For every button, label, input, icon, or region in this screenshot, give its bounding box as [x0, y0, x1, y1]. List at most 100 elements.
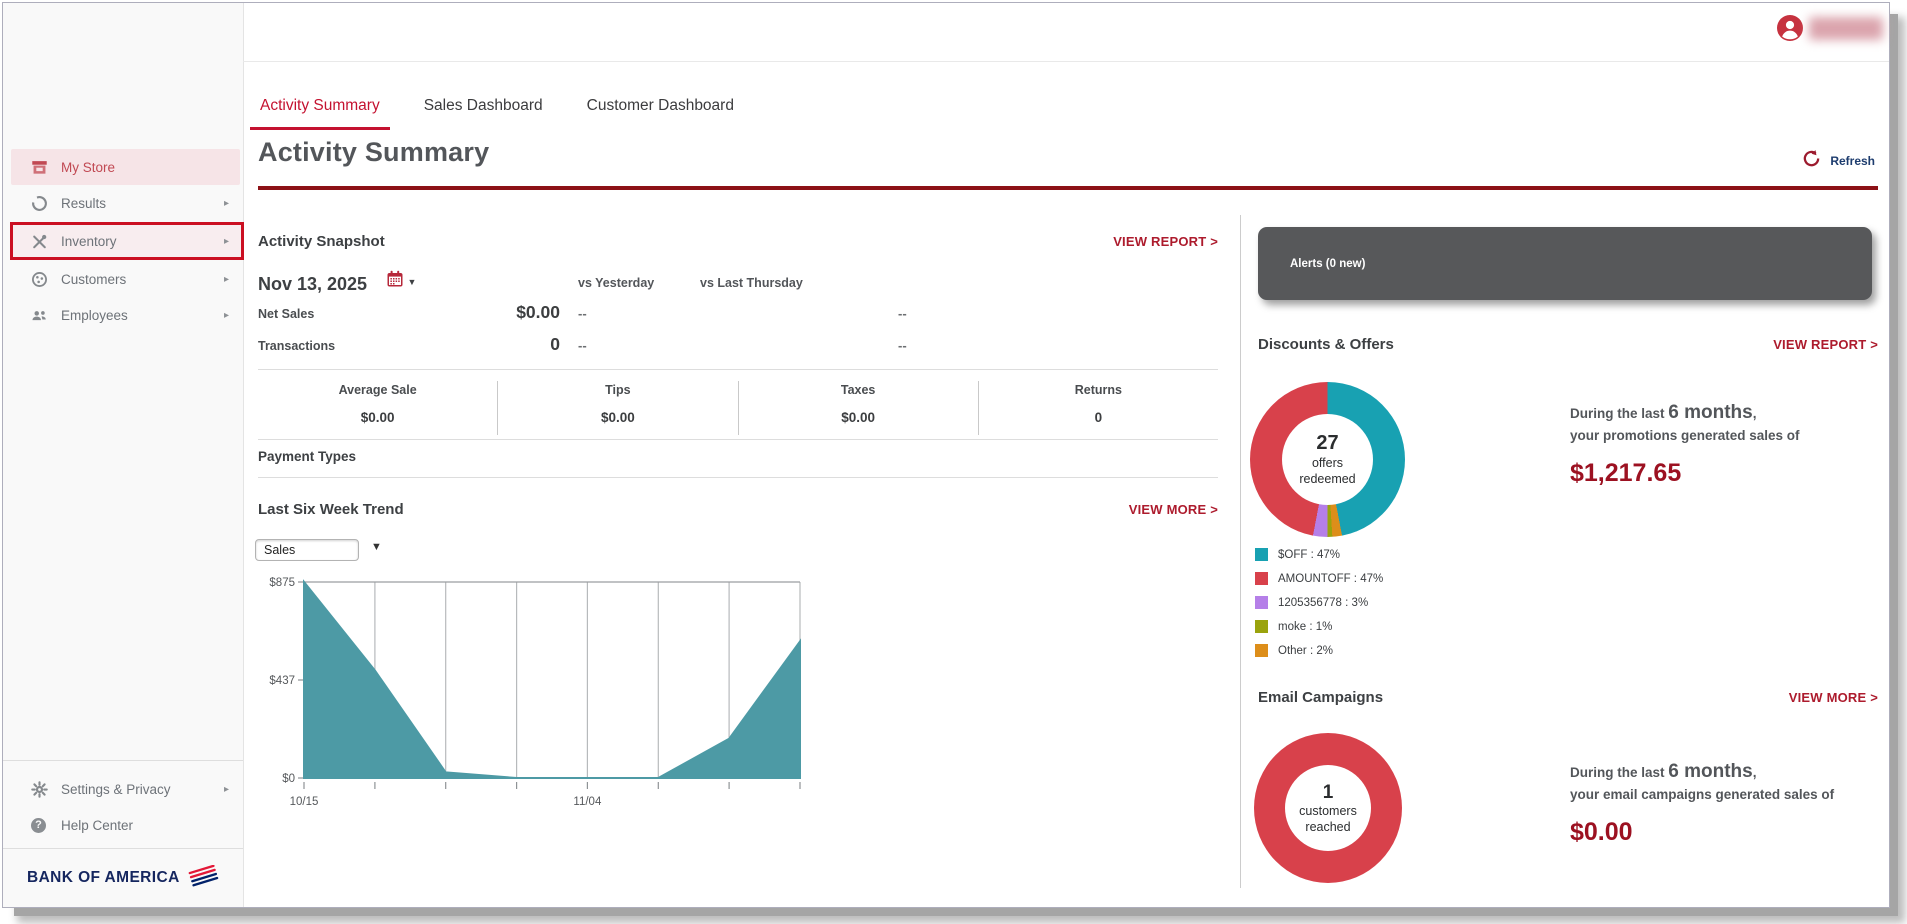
email-summary: During the last 6 months, your email cam… [1570, 761, 1890, 847]
sidebar: My Store Results ▸ Inventory ▸ [3, 3, 244, 907]
user-name-redacted[interactable] [1809, 17, 1883, 40]
activity-snapshot-header: Activity Snapshot VIEW REPORT > [258, 233, 1218, 250]
refresh-icon [1802, 149, 1821, 173]
net-sales-row: Net Sales $0.00 -- -- [258, 302, 1218, 328]
discounts-donut-center: 27 offers redeemed [1282, 414, 1373, 505]
trend-metric-select[interactable]: Sales [255, 539, 359, 561]
caret-down-icon: ▼ [408, 277, 417, 287]
chevron-right-icon: ▸ [224, 198, 229, 209]
user-avatar-icon[interactable] [1777, 15, 1803, 41]
refresh-button[interactable]: Refresh [1802, 149, 1875, 173]
legend-swatch [1255, 620, 1268, 633]
discounts-view-report-link[interactable]: VIEW REPORT > [1773, 337, 1878, 352]
email-sales-amount: $0.00 [1570, 818, 1890, 847]
sidebar-item-settings-privacy[interactable]: Settings & Privacy ▸ [3, 771, 243, 807]
promotions-summary: During the last 6 months, your promotion… [1570, 402, 1890, 488]
svg-text:11/04: 11/04 [573, 796, 602, 808]
tab-customer-dashboard[interactable]: Customer Dashboard [577, 89, 744, 130]
sidebar-item-label: Employees [61, 308, 128, 323]
dashboard-tabs: Activity Summary Sales Dashboard Custome… [250, 89, 744, 130]
refresh-label: Refresh [1830, 154, 1875, 168]
transactions-vs-yesterday: -- [578, 338, 587, 353]
chevron-right-icon: ▸ [224, 236, 229, 247]
svg-text:$0: $0 [282, 773, 295, 785]
sidebar-item-employees[interactable]: Employees ▸ [3, 297, 243, 333]
inventory-icon [31, 233, 48, 250]
sidebar-item-label: Settings & Privacy [61, 782, 171, 797]
divider [258, 439, 1218, 440]
col-vs-last-thursday: vs Last Thursday [700, 276, 803, 290]
alerts-panel[interactable]: Alerts (0 new) [1258, 227, 1872, 300]
discounts-title: Discounts & Offers [1258, 336, 1394, 353]
date-picker[interactable]: ▼ [386, 270, 417, 293]
sidebar-footer: Settings & Privacy ▸ ? Help Center [3, 760, 243, 843]
net-sales-vs-last-thursday: -- [898, 306, 907, 321]
stat-average-sale: Average Sale $0.00 [258, 381, 498, 435]
sidebar-item-inventory[interactable]: Inventory ▸ [11, 223, 243, 259]
bank-of-america-flag-icon [187, 865, 221, 892]
topbar-divider [243, 61, 1889, 62]
email-view-more-link[interactable]: VIEW MORE > [1789, 690, 1878, 705]
sidebar-nav: My Store Results ▸ Inventory ▸ [3, 149, 243, 333]
employees-icon [31, 307, 48, 324]
customers-icon [31, 271, 48, 288]
sidebar-item-results[interactable]: Results ▸ [3, 185, 243, 221]
snapshot-view-report-link[interactable]: VIEW REPORT > [1113, 234, 1218, 249]
snapshot-date-row: Nov 13, 2025 ▼ vs Yesterday vs Last Thur… [258, 270, 1218, 296]
email-campaigns-title: Email Campaigns [1258, 689, 1383, 706]
discounts-header: Discounts & Offers VIEW REPORT > [1258, 336, 1878, 353]
trend-title: Last Six Week Trend [258, 501, 404, 518]
trend-view-more-link[interactable]: VIEW MORE > [1129, 502, 1218, 517]
chevron-right-icon: ▸ [224, 274, 229, 285]
promotions-sales-amount: $1,217.65 [1570, 459, 1890, 488]
results-icon [31, 195, 48, 212]
sidebar-item-help-center[interactable]: ? Help Center [3, 807, 243, 843]
legend-item: $OFF : 47% [1255, 548, 1383, 561]
page-title: Activity Summary [258, 137, 489, 168]
stats-row: Average Sale $0.00 Tips $0.00 Taxes $0.0… [258, 381, 1218, 435]
legend-swatch [1255, 644, 1268, 657]
transactions-vs-last-thursday: -- [898, 338, 907, 353]
sidebar-item-label: Inventory [61, 234, 117, 249]
legend-item: 1205356778 : 3% [1255, 596, 1383, 609]
sidebar-item-my-store[interactable]: My Store [11, 149, 240, 185]
legend-swatch [1255, 596, 1268, 609]
svg-text:$437: $437 [269, 675, 295, 687]
chevron-right-icon: ▸ [224, 310, 229, 321]
store-icon [31, 159, 48, 176]
title-rule [258, 186, 1878, 190]
stat-tips: Tips $0.00 [498, 381, 738, 435]
sidebar-divider [3, 848, 243, 849]
legend-swatch [1255, 572, 1268, 585]
sidebar-item-label: Results [61, 196, 106, 211]
gear-icon [31, 781, 48, 798]
divider [258, 477, 1218, 478]
tab-sales-dashboard[interactable]: Sales Dashboard [414, 89, 553, 130]
col-vs-yesterday: vs Yesterday [578, 276, 654, 290]
stat-taxes: Taxes $0.00 [739, 381, 979, 435]
bank-of-america-logo: BANK OF AMERICA [27, 863, 221, 893]
tab-activity-summary[interactable]: Activity Summary [250, 89, 390, 130]
email-donut-center: 1 customers reached [1285, 765, 1371, 851]
calendar-icon [386, 270, 404, 293]
select-caret-down-icon[interactable]: ▼ [371, 541, 382, 553]
payment-types-title: Payment Types [258, 449, 356, 464]
sidebar-item-label: My Store [61, 160, 115, 175]
legend-item: Other : 2% [1255, 644, 1383, 657]
app-window: My Store Results ▸ Inventory ▸ [2, 2, 1890, 908]
alerts-label: Alerts (0 new) [1290, 258, 1365, 270]
net-sales-value: $0.00 [258, 302, 560, 323]
bank-of-america-wordmark: BANK OF AMERICA [27, 869, 180, 887]
legend-item: AMOUNTOFF : 47% [1255, 572, 1383, 585]
transactions-value: 0 [258, 334, 560, 355]
trend-header: Last Six Week Trend VIEW MORE > [258, 501, 1218, 518]
sidebar-item-customers[interactable]: Customers ▸ [3, 261, 243, 297]
column-divider [1240, 215, 1241, 888]
sidebar-item-label: Help Center [61, 818, 133, 833]
help-icon: ? [31, 817, 48, 834]
sidebar-item-label: Customers [61, 272, 126, 287]
legend-item: moke : 1% [1255, 620, 1383, 633]
transactions-row: Transactions 0 -- -- [258, 334, 1218, 360]
email-donut: 1 customers reached [1254, 733, 1402, 883]
net-sales-vs-yesterday: -- [578, 306, 587, 321]
